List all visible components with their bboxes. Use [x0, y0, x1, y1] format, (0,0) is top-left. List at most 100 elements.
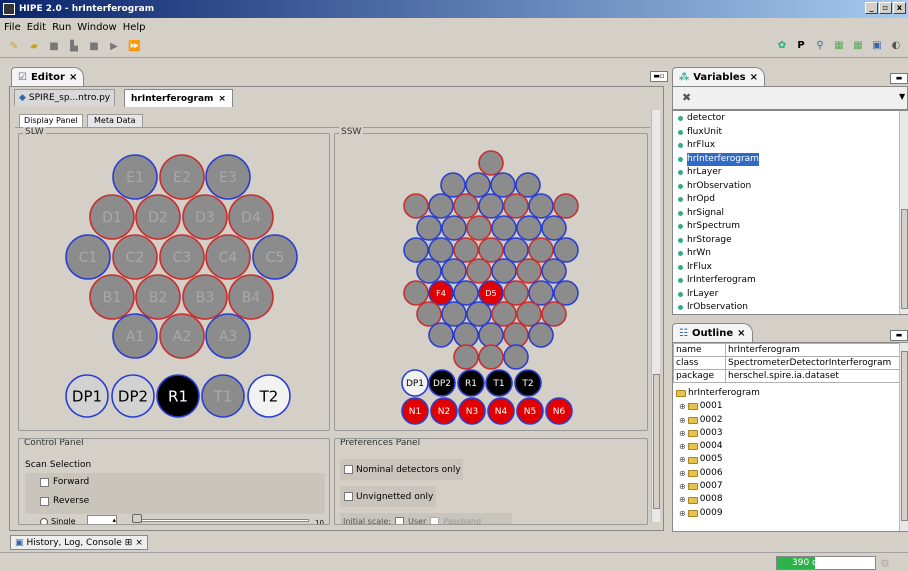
ssw-detector[interactable]	[553, 237, 579, 263]
ssw-detector-r1[interactable]: R1	[457, 369, 485, 397]
expand-icon[interactable]: ⊕	[679, 480, 686, 493]
close-icon[interactable]: ×	[218, 94, 226, 104]
ssw-detector-circle[interactable]	[416, 301, 442, 327]
slw-detector-d1[interactable]: D1	[89, 194, 135, 240]
ssw-detector-circle[interactable]	[416, 215, 442, 241]
ssw-detector[interactable]	[528, 322, 554, 348]
ssw-detector[interactable]	[465, 172, 491, 198]
ssw-detector[interactable]	[491, 301, 517, 327]
ssw-detector-circle[interactable]	[478, 193, 504, 219]
ssw-detector[interactable]	[403, 280, 429, 306]
slw-detector-t2[interactable]: T2	[247, 374, 291, 418]
forward-checkbox[interactable]: Forward	[40, 477, 89, 487]
slw-detector-e1[interactable]: E1	[112, 154, 158, 200]
ssw-detector-circle[interactable]	[478, 150, 504, 176]
ssw-detector-circle[interactable]	[478, 344, 504, 370]
ssw-detector[interactable]	[466, 301, 492, 327]
ssw-detector[interactable]	[528, 280, 554, 306]
menu-run[interactable]: Run	[52, 22, 71, 33]
ssw-detector[interactable]	[478, 150, 504, 176]
ssw-detector[interactable]	[503, 237, 529, 263]
single-spinner[interactable]: ▴	[87, 515, 117, 524]
tab-meta-data[interactable]: Meta Data	[87, 114, 143, 127]
gc-icon[interactable]: ⚙	[880, 557, 890, 570]
expand-icon[interactable]: ⊕	[679, 400, 686, 413]
variables-scrollbar[interactable]	[899, 111, 908, 314]
run-all-icon[interactable]: ⏩	[128, 41, 140, 52]
ssw-detector-circle[interactable]	[528, 322, 554, 348]
outline-scrollbar-thumb[interactable]	[901, 351, 908, 521]
ssw-detector-circle[interactable]	[553, 193, 579, 219]
ssw-detector[interactable]	[478, 237, 504, 263]
reverse-checkbox-box[interactable]	[40, 496, 49, 506]
menu-file[interactable]: File	[4, 22, 21, 33]
ssw-detector-circle[interactable]	[541, 215, 567, 241]
ssw-detector[interactable]	[453, 280, 479, 306]
close-button[interactable]: x	[893, 2, 906, 14]
ssw-detector-circle[interactable]	[490, 172, 516, 198]
slw-detector-c3[interactable]: C3	[159, 234, 205, 280]
slw-detector-b4[interactable]: B4	[228, 274, 274, 320]
ssw-detector[interactable]	[416, 215, 442, 241]
slw-detector-a3[interactable]: A3	[205, 313, 251, 359]
outline-minimize-button[interactable]: ▬	[890, 330, 908, 341]
variable-item-lrflux[interactable]: lrFlux	[673, 261, 907, 275]
slw-detector-a2[interactable]: A2	[159, 313, 205, 359]
ssw-detector-n3[interactable]: N3	[458, 397, 486, 425]
ssw-detector[interactable]	[428, 193, 454, 219]
p-icon[interactable]: P	[795, 40, 807, 51]
outline-tree-root[interactable]: hrInterferogram	[676, 387, 907, 400]
ssw-detector-circle[interactable]	[491, 258, 517, 284]
ssw-detector-n5[interactable]: N5	[516, 397, 544, 425]
print-icon[interactable]: ▙	[68, 41, 80, 52]
grid-icon[interactable]: ▦	[833, 40, 845, 51]
variable-item-detector[interactable]: detector	[673, 112, 907, 126]
ssw-detector-dp1[interactable]: DP1	[401, 369, 429, 397]
variable-item-hrstorage[interactable]: hrStorage	[673, 234, 907, 248]
ssw-detector[interactable]	[453, 237, 479, 263]
ssw-detector[interactable]	[528, 193, 554, 219]
file-tab-hrinterferogram[interactable]: hrInterferogram ×	[124, 89, 233, 107]
slw-detector-d3[interactable]: D3	[182, 194, 228, 240]
ssw-detector[interactable]	[466, 258, 492, 284]
ssw-detector[interactable]	[490, 172, 516, 198]
ssw-detector-f4[interactable]: F4	[428, 280, 454, 306]
ssw-detector-circle[interactable]	[528, 193, 554, 219]
user-checkbox-box[interactable]	[395, 516, 404, 524]
ssw-detector-circle[interactable]	[503, 193, 529, 219]
outline-tree-item[interactable]: ⊕ 0008	[676, 493, 907, 506]
ssw-detector[interactable]	[478, 344, 504, 370]
ssw-detector-circle[interactable]	[453, 344, 479, 370]
ssw-detector[interactable]	[478, 322, 504, 348]
variable-item-hrwn[interactable]: hrWn	[673, 247, 907, 261]
variable-item-lrlayer[interactable]: lrLayer	[673, 288, 907, 302]
slw-detector-c2[interactable]: C2	[112, 234, 158, 280]
ssw-detector-circle[interactable]	[453, 322, 479, 348]
ssw-detector-n4[interactable]: N4	[487, 397, 515, 425]
globe-icon[interactable]: ◐	[890, 40, 902, 51]
new-file-icon[interactable]: ✎	[8, 41, 20, 52]
ssw-detector-d5[interactable]: D5	[478, 280, 504, 306]
tab-display-panel[interactable]: Display Panel	[19, 114, 83, 127]
ssw-detector-circle[interactable]	[453, 280, 479, 306]
ssw-detector-circle[interactable]	[465, 172, 491, 198]
history-log-console-tab[interactable]: ▣ History, Log, Console ⊞ ×	[10, 535, 148, 550]
expand-icon[interactable]: ⊕	[679, 453, 686, 466]
ssw-detector[interactable]	[428, 322, 454, 348]
ssw-detector[interactable]	[416, 301, 442, 327]
ssw-detector-circle[interactable]	[491, 301, 517, 327]
ssw-detector-t1[interactable]: T1	[485, 369, 513, 397]
outline-tree-item[interactable]: ⊕ 0002	[676, 414, 907, 427]
close-icon[interactable]: ×	[69, 72, 77, 83]
unvignetted-checkbox-box[interactable]	[344, 492, 353, 501]
ssw-detector-circle[interactable]	[441, 301, 467, 327]
variable-item-fluxunit[interactable]: fluxUnit	[673, 126, 907, 140]
expand-icon[interactable]: ⊕	[679, 440, 686, 453]
ssw-detector[interactable]	[503, 344, 529, 370]
variable-item-hrsignal[interactable]: hrSignal	[673, 207, 907, 221]
outline-tree-item[interactable]: ⊕ 0001	[676, 400, 907, 413]
menu-edit[interactable]: Edit	[27, 22, 46, 33]
variable-item-hrspectrum[interactable]: hrSpectrum	[673, 220, 907, 234]
ssw-detector-circle[interactable]	[553, 237, 579, 263]
outline-tree-item[interactable]: ⊕ 0003	[676, 427, 907, 440]
